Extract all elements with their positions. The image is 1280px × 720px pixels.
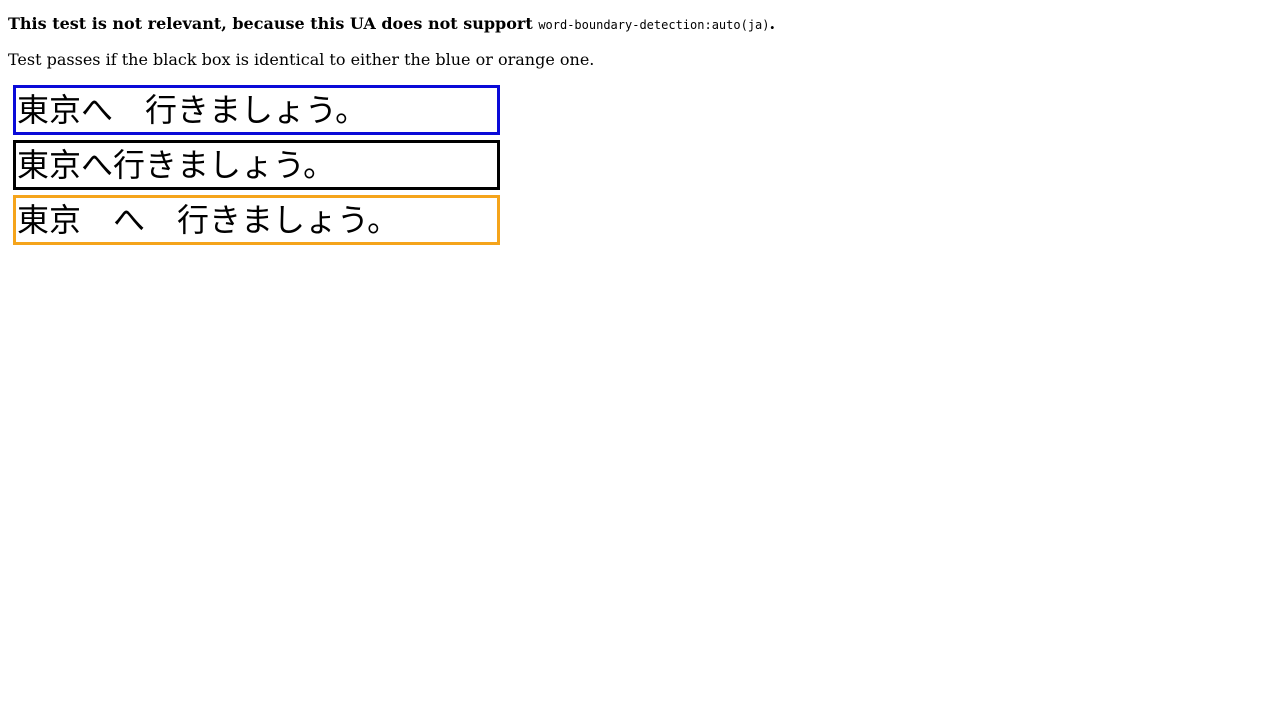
notice-prefix: This test is not relevant, because this … bbox=[8, 14, 539, 33]
notice-code: word-boundary-detection:auto(ja) bbox=[538, 18, 770, 32]
notice-suffix: . bbox=[769, 14, 776, 33]
test-instructions: Test passes if the black box is identica… bbox=[8, 50, 595, 69]
black-test-box: 東京へ行きましょう。 bbox=[13, 140, 500, 190]
orange-reference-box: 東京 へ 行きましょう。 bbox=[13, 195, 500, 245]
not-relevant-notice: This test is not relevant, because this … bbox=[8, 14, 775, 35]
blue-reference-box: 東京へ 行きましょう。 bbox=[13, 85, 500, 135]
